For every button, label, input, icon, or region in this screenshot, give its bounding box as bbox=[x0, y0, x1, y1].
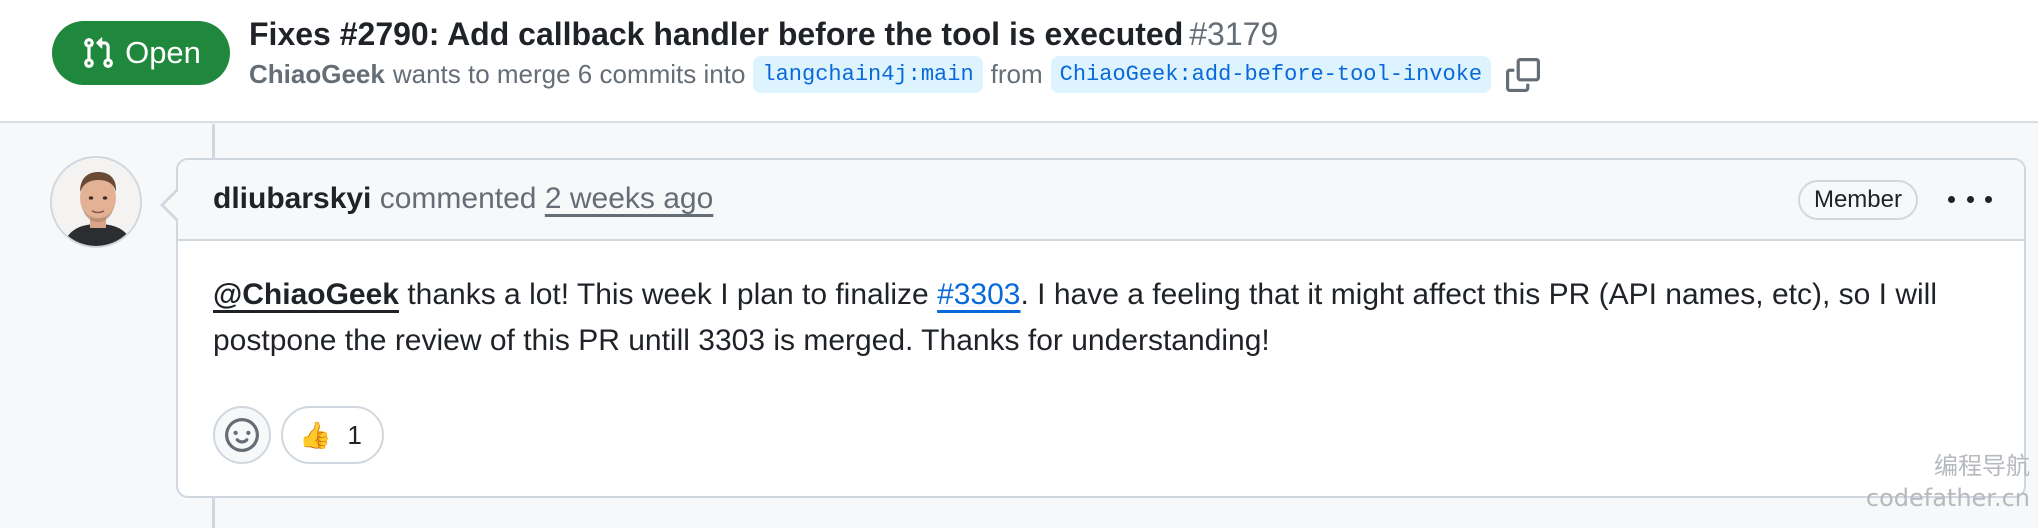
member-badge: Member bbox=[1797, 180, 1918, 220]
thumbs-up-icon: 👍 bbox=[299, 419, 332, 450]
watermark: 编程导航 codefather.cn bbox=[1866, 450, 2030, 514]
user-mention[interactable]: @ChiaoGeek bbox=[213, 278, 399, 311]
watermark-line-2: codefather.cn bbox=[1865, 484, 2030, 512]
pr-state-label: Open bbox=[125, 35, 201, 70]
kebab-dot bbox=[1966, 195, 1974, 203]
watermark-line-1: 编程导航 bbox=[1934, 452, 2030, 480]
pr-title: Fixes #2790: Add callback handler before… bbox=[249, 16, 1278, 53]
comment-author-line: dliubarskyi commented 2 weeks ago bbox=[213, 182, 713, 216]
comment-header: dliubarskyi commented 2 weeks ago Member bbox=[178, 160, 2024, 241]
add-reaction-button[interactable] bbox=[213, 406, 271, 464]
base-branch[interactable]: langchain4j:main bbox=[753, 56, 983, 93]
copy-icon bbox=[1506, 57, 1541, 92]
comment-body: @ChiaoGeek thanks a lot! This week I pla… bbox=[213, 272, 2003, 364]
comment-author[interactable]: dliubarskyi bbox=[213, 182, 371, 215]
kebab-icon[interactable] bbox=[1948, 184, 1992, 214]
comment-arrow-fill bbox=[164, 190, 179, 220]
git-pull-request-icon bbox=[84, 37, 113, 68]
pr-state-badge: Open bbox=[52, 21, 230, 85]
pr-title-text: Fixes #2790: Add callback handler before… bbox=[249, 16, 1184, 52]
avatar[interactable] bbox=[50, 156, 142, 248]
avatar-image bbox=[52, 158, 140, 246]
thumbs-up-reaction[interactable]: 👍 1 bbox=[281, 406, 384, 464]
pr-meta: ChiaoGeek wants to merge 6 commits into … bbox=[249, 56, 1541, 93]
reaction-count: 1 bbox=[347, 419, 362, 450]
comment-box: dliubarskyi commented 2 weeks ago Member… bbox=[160, 158, 2026, 498]
smiley-icon bbox=[225, 418, 259, 452]
comment-timestamp[interactable]: 2 weeks ago bbox=[545, 182, 713, 215]
pr-merge-text: wants to merge 6 commits into bbox=[392, 59, 746, 89]
copy-branch-button[interactable] bbox=[1505, 57, 1541, 93]
pr-from-text: from bbox=[990, 59, 1043, 89]
pr-number: #3179 bbox=[1189, 16, 1279, 52]
head-branch[interactable]: ChiaoGeek:add-before-tool-invoke bbox=[1050, 56, 1492, 93]
timeline: dliubarskyi commented 2 weeks ago Member… bbox=[0, 124, 2038, 528]
kebab-dot bbox=[1948, 195, 1955, 203]
comment-action: commented bbox=[379, 182, 537, 215]
kebab-dot bbox=[1985, 195, 1992, 203]
pr-header: Open Fixes #2790: Add callback handler b… bbox=[0, 0, 2038, 123]
comment-text-1: thanks a lot! This week I plan to finali… bbox=[398, 278, 938, 311]
pr-author-link[interactable]: ChiaoGeek bbox=[249, 59, 385, 90]
issue-link[interactable]: #3303 bbox=[937, 278, 1020, 311]
reactions-bar: 👍 1 bbox=[213, 406, 384, 464]
